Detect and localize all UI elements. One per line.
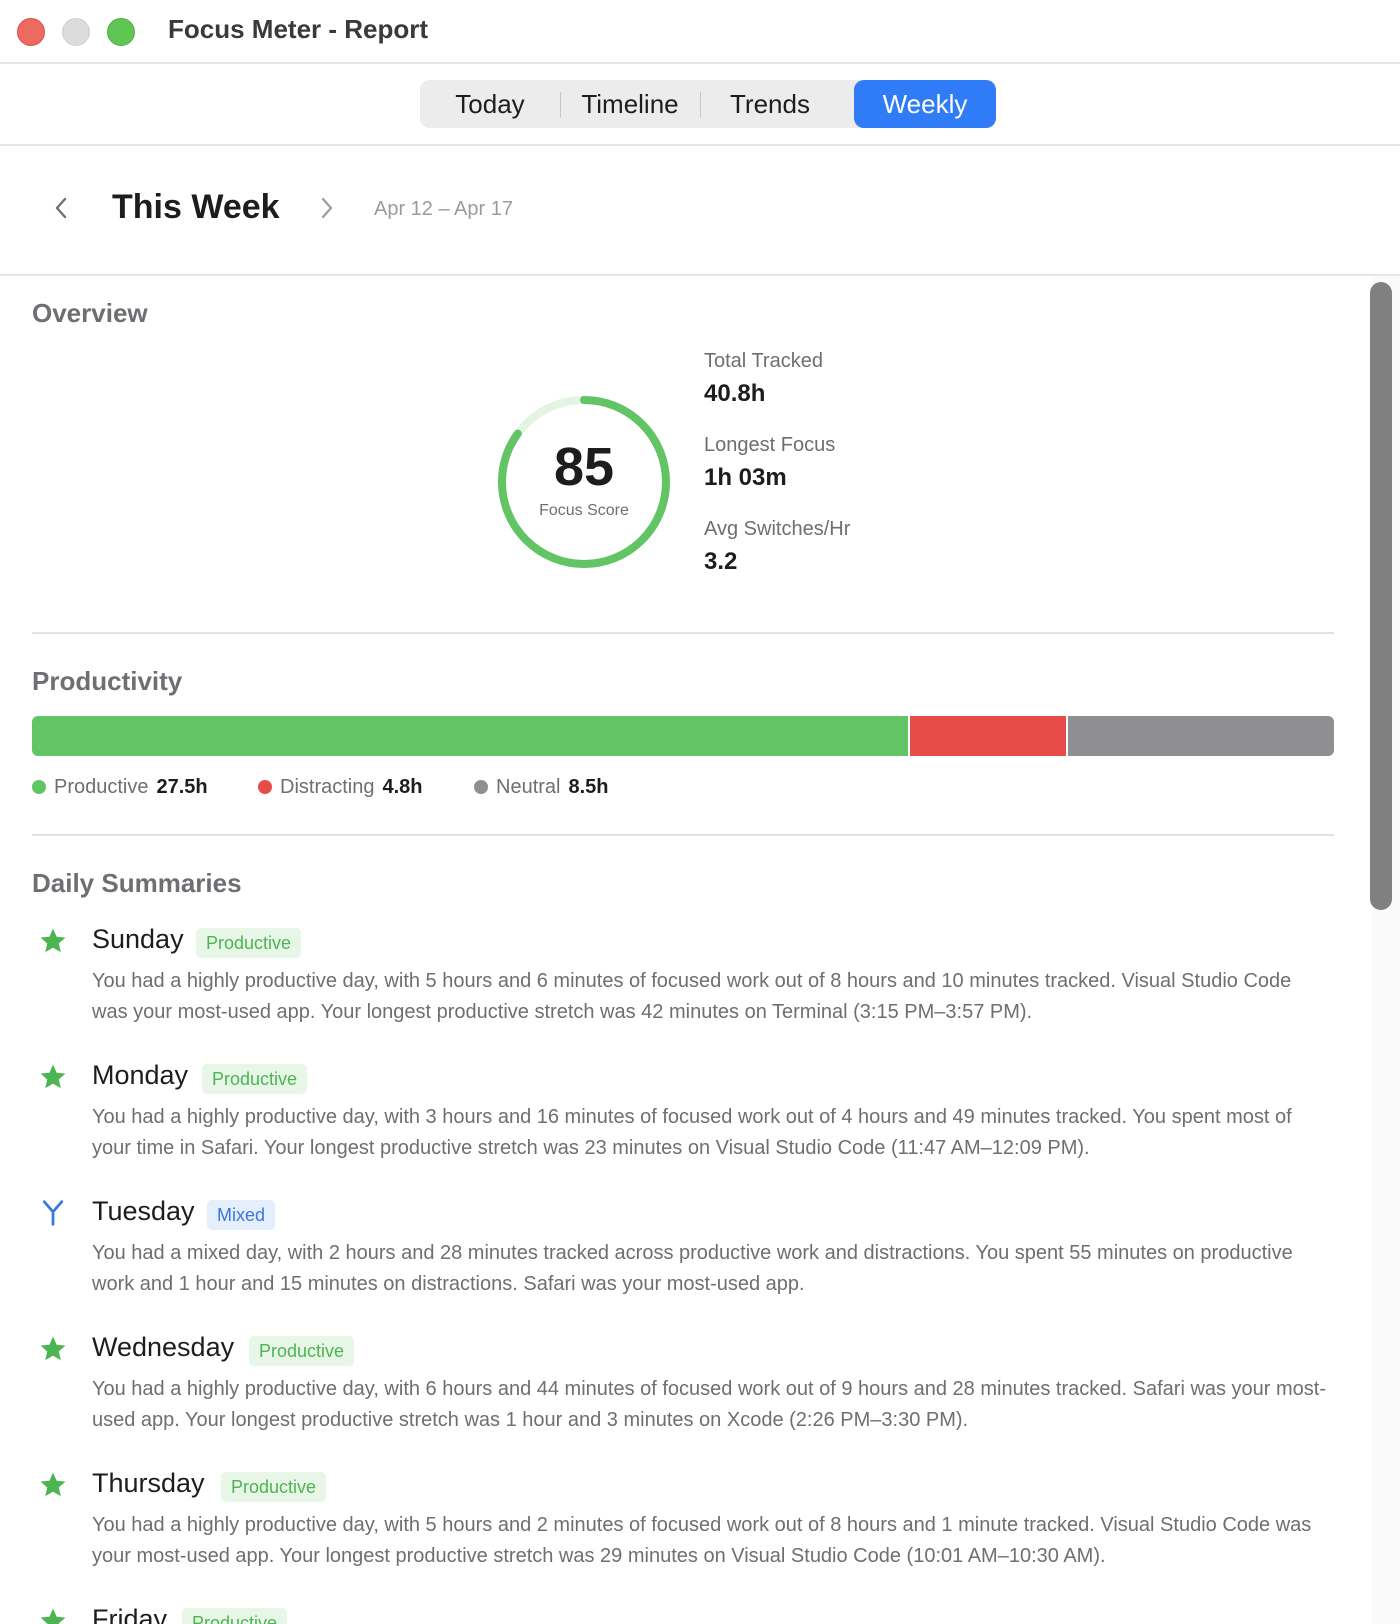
week-title: This Week (112, 188, 280, 226)
tab-timeline[interactable]: Timeline (560, 80, 700, 128)
status-badge: Productive (182, 1608, 288, 1624)
productive-dot-icon (32, 780, 46, 794)
status-badge: Productive (202, 1064, 308, 1094)
legend-value: 27.5h (156, 776, 208, 798)
legend-neutral: Neutral 8.5h (474, 776, 609, 799)
distracting-dot-icon (258, 780, 272, 794)
productivity-title: Productivity (32, 666, 183, 696)
legend-distracting: Distracting 4.8h (258, 776, 423, 799)
day-name: Tuesday (92, 1196, 195, 1226)
chevron-right-icon[interactable] (314, 196, 338, 220)
section-divider (32, 632, 1334, 634)
legend-label: Distracting (280, 776, 375, 798)
toolbar: Today Timeline Trends Weekly (0, 62, 1400, 146)
day-summary-text: You had a highly productive day, with 6 … (92, 1378, 1327, 1431)
neutral-dot-icon (474, 780, 488, 794)
avg-switches-label: Avg Switches/Hr (704, 518, 851, 540)
overview-title: Overview (32, 298, 148, 328)
focus-score-label: Focus Score (539, 502, 629, 519)
total-tracked-label: Total Tracked (704, 350, 823, 372)
week-navigation: This Week Apr 12 – Apr 17 (0, 146, 1400, 276)
total-tracked-value: 40.8h (704, 380, 766, 407)
day-name: Monday (92, 1060, 189, 1090)
minimize-window-button[interactable] (62, 18, 90, 46)
status-badge: Mixed (207, 1200, 276, 1230)
distracting-bar-segment (910, 716, 1066, 756)
day-name: Thursday (92, 1468, 205, 1498)
star-icon (40, 1336, 66, 1361)
tab-today[interactable]: Today (420, 80, 560, 128)
status-badge: Productive (196, 928, 302, 958)
longest-focus-value: 1h 03m (704, 464, 787, 491)
fork-icon (42, 1200, 64, 1226)
star-icon (40, 1472, 66, 1497)
legend-label: Productive (54, 776, 149, 798)
focus-score-value: 85 (553, 437, 615, 497)
status-badge: Productive (249, 1336, 355, 1366)
longest-focus-label: Longest Focus (704, 434, 836, 456)
productive-bar-segment (32, 716, 908, 756)
close-window-button[interactable] (17, 18, 45, 46)
week-date-range: Apr 12 – Apr 17 (374, 198, 513, 220)
star-icon (40, 928, 66, 953)
view-switcher: Today Timeline Trends Weekly (420, 80, 996, 128)
star-icon (40, 1608, 66, 1624)
window-title: Focus Meter - Report (168, 14, 429, 44)
legend-productive: Productive 27.5h (32, 776, 208, 799)
daily-summaries-title: Daily Summaries (32, 868, 242, 898)
chevron-left-icon[interactable] (50, 196, 74, 220)
star-icon (40, 1064, 66, 1089)
legend-label: Neutral (496, 776, 561, 798)
day-summary-text: You had a highly productive day, with 5 … (92, 1514, 1312, 1567)
legend-value: 4.8h (382, 776, 423, 798)
day-summary-text: You had a highly productive day, with 3 … (92, 1106, 1292, 1159)
day-name: Sunday (92, 924, 184, 954)
tab-trends[interactable]: Trends (700, 80, 840, 128)
day-summary-text: You had a highly productive day, with 5 … (92, 970, 1292, 1023)
scrollbar-thumb[interactable] (1370, 282, 1392, 910)
zoom-window-button[interactable] (107, 18, 135, 46)
avg-switches-value: 3.2 (704, 548, 738, 575)
title-bar: Focus Meter - Report (0, 0, 1400, 64)
report-content[interactable]: Overview 85 Focus Score Total Tracked 40… (0, 276, 1372, 1624)
day-name: Friday (92, 1604, 168, 1624)
section-divider (32, 834, 1334, 836)
status-badge: Productive (221, 1472, 327, 1502)
day-name: Wednesday (92, 1332, 235, 1362)
neutral-bar-segment (1068, 716, 1334, 756)
legend-value: 8.5h (568, 776, 609, 798)
tab-weekly[interactable]: Weekly (854, 80, 996, 128)
day-summary-text: You had a mixed day, with 2 hours and 28… (92, 1242, 1293, 1295)
